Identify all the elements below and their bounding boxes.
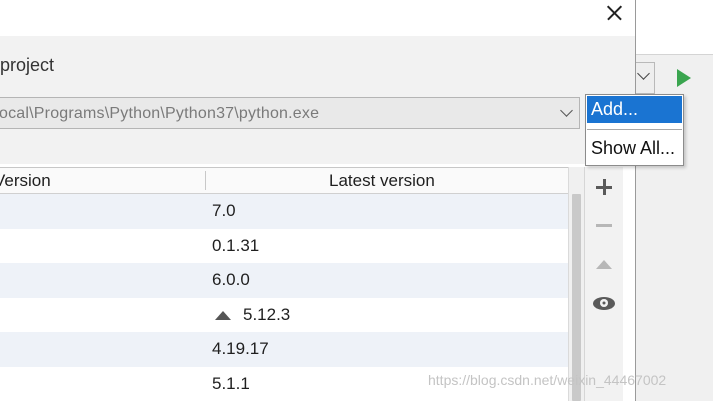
background-ide-window xyxy=(636,0,713,401)
scrollbar-thumb[interactable] xyxy=(572,194,581,401)
settings-dialog: project ocal\Programs\Python\Python37\py… xyxy=(0,0,636,402)
package-toolbar xyxy=(584,167,623,401)
table-body: 7.0 0.1.31 6.0.0 5.12.3 4.19.17 5.1.1 xyxy=(0,194,568,401)
menu-item-show-all[interactable]: Show All... xyxy=(587,135,682,162)
table-scrollbar[interactable] xyxy=(568,167,584,401)
chevron-down-icon[interactable] xyxy=(560,104,573,117)
ide-toolbar-strip xyxy=(636,0,713,55)
project-label: project xyxy=(0,55,55,75)
latest-version-cell: 5.1.1 xyxy=(212,373,250,393)
run-icon[interactable] xyxy=(677,69,691,87)
latest-version-cell: 7.0 xyxy=(212,201,236,220)
column-divider[interactable] xyxy=(205,171,206,190)
interpreter-select[interactable]: ocal\Programs\Python\Python37\python.exe xyxy=(0,97,580,129)
upgrade-icon[interactable] xyxy=(591,252,617,278)
watermark: https://blog.csdn.net/weixin_44467002 xyxy=(428,372,667,388)
menu-item-add[interactable]: Add... xyxy=(587,96,682,123)
table-row[interactable]: 4.19.17 xyxy=(0,332,568,367)
interpreter-popup-menu: Add... Show All... xyxy=(585,94,684,166)
table-row[interactable]: 0.1.31 xyxy=(0,228,568,263)
run-config-dropdown[interactable] xyxy=(636,62,655,94)
interpreter-path: ocal\Programs\Python\Python37\python.exe xyxy=(0,105,320,122)
table-row[interactable]: 6.0.0 xyxy=(0,263,568,298)
close-icon[interactable] xyxy=(602,2,626,24)
minus-icon[interactable] xyxy=(591,212,617,238)
column-header-latest-version[interactable]: Latest version xyxy=(329,171,435,191)
eye-icon[interactable] xyxy=(591,291,617,317)
table-row[interactable]: 5.12.3 xyxy=(0,297,568,332)
latest-version-cell: 4.19.17 xyxy=(212,339,269,358)
packages-table: Version Latest version 7.0 0.1.31 6.0.0 … xyxy=(0,167,568,402)
chevron-down-icon xyxy=(637,67,650,80)
table-row[interactable]: 7.0 xyxy=(0,194,568,229)
plus-icon[interactable] xyxy=(591,174,617,200)
column-header-version[interactable]: Version xyxy=(0,171,51,191)
table-header: Version Latest version xyxy=(0,168,568,194)
latest-version-cell: 0.1.31 xyxy=(212,235,260,255)
menu-divider xyxy=(587,129,682,130)
latest-version-cell: 5.12.3 xyxy=(243,304,291,324)
latest-version-cell: 6.0.0 xyxy=(212,270,250,289)
upgrade-available-icon xyxy=(215,310,231,320)
